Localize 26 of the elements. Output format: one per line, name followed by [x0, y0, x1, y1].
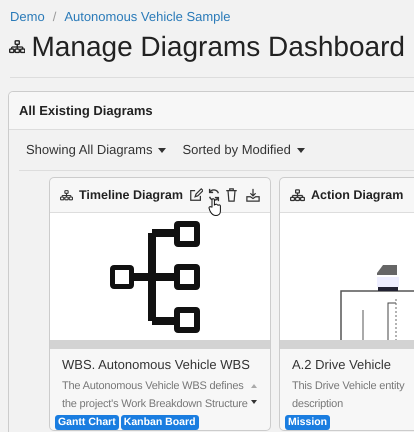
tag: Kanban Board	[120, 415, 199, 430]
tag: Mission	[285, 415, 330, 430]
tag: Gantt Chart	[55, 415, 119, 430]
hierarchy-icon	[110, 220, 202, 333]
diagram-description: This Drive Vehicle entity description	[292, 379, 404, 412]
download-icon[interactable]	[246, 188, 260, 202]
page-title: Manage Diagrams Dashboard	[31, 30, 405, 64]
caret-icon	[158, 148, 166, 152]
sitemap-icon	[60, 188, 74, 202]
scroll-arrows-icon[interactable]	[250, 382, 258, 406]
diagram-name: WBS. Autonomous Vehicle WBS	[62, 356, 251, 374]
trash-icon[interactable]	[225, 188, 238, 202]
card-title: Action Diagram	[311, 186, 404, 204]
edit-icon[interactable]	[189, 188, 203, 202]
sitemap-icon	[290, 188, 305, 202]
breadcrumb-link[interactable]: Demo	[10, 7, 45, 26]
filter-dropdown[interactable]: Sorted by Modified	[182, 140, 305, 160]
breadcrumb-link[interactable]: Autonomous Vehicle Sample	[64, 7, 231, 26]
card-title: Timeline Diagram	[79, 186, 183, 204]
diagram-description: The Autonomous Vehicle WBS defines the project's Work Breakdown Structure	[62, 379, 248, 412]
panel-title: All Existing Diagrams	[19, 102, 153, 120]
breadcrumb-separator: /	[52, 8, 56, 26]
filter-dropdown[interactable]: Showing All Diagrams	[26, 140, 166, 160]
refresh-icon[interactable]	[207, 188, 221, 202]
caret-icon	[296, 148, 305, 152]
diagram-name: A.2 Drive Vehicle	[292, 356, 392, 374]
